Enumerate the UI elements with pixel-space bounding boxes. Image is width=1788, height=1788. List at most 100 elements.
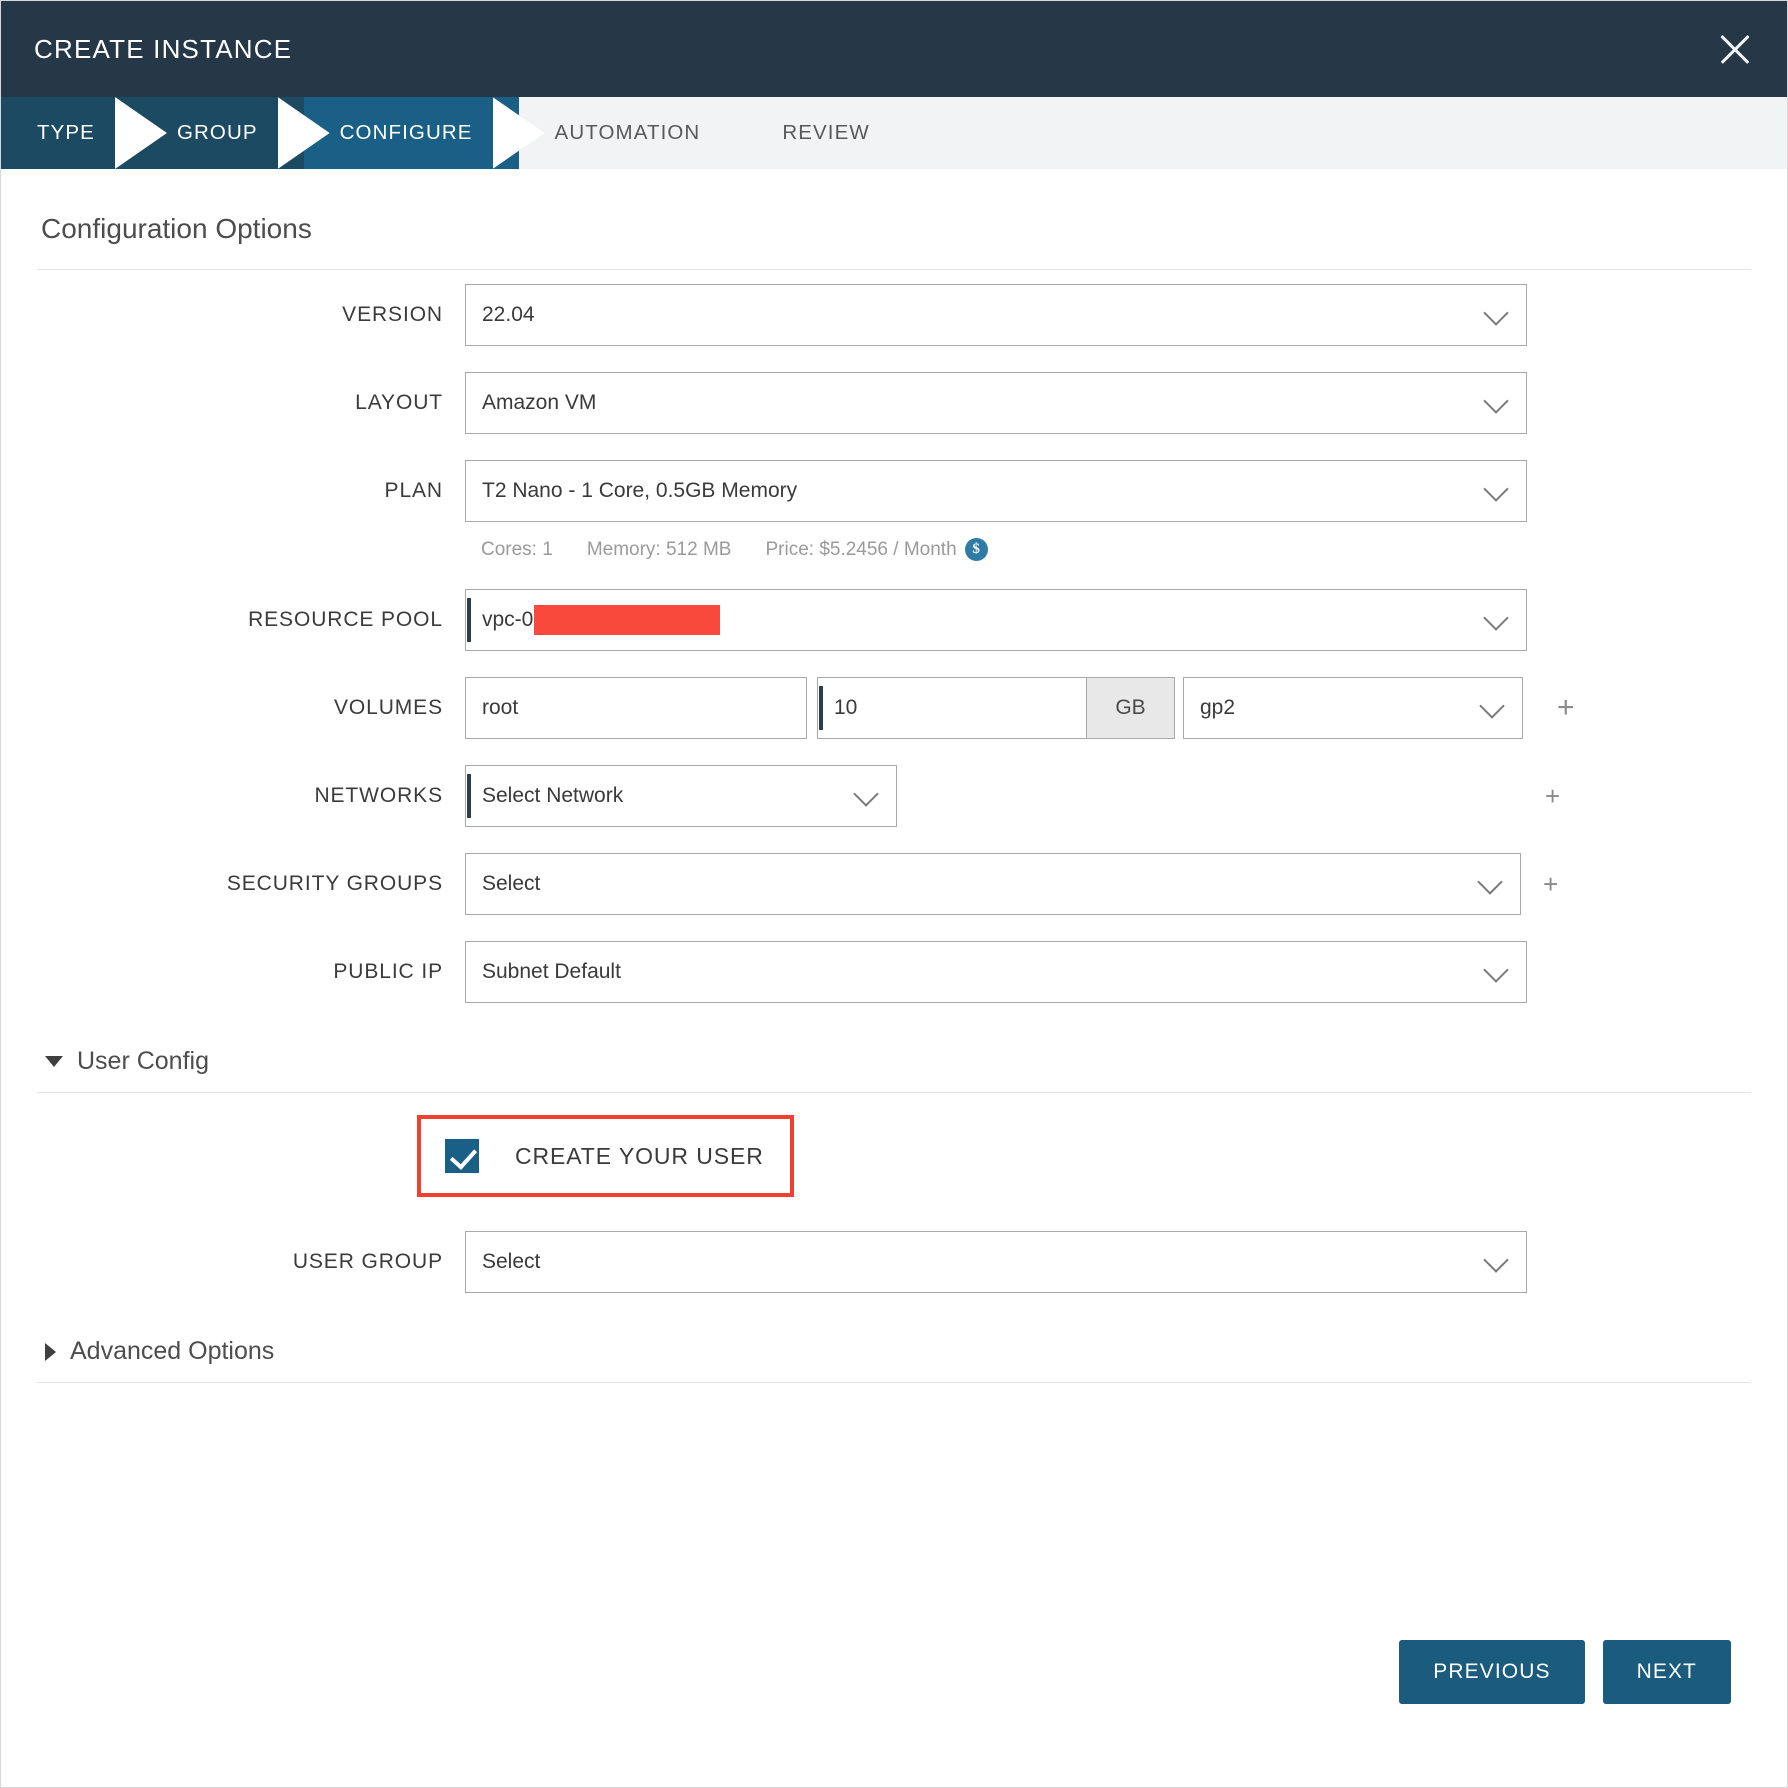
triangle-down-icon	[45, 1056, 63, 1067]
security-groups-control: Select +	[465, 853, 1751, 915]
step-configure-label: CONFIGURE	[340, 121, 473, 145]
layout-select[interactable]: Amazon VM	[465, 372, 1527, 434]
focus-indicator	[819, 686, 823, 730]
field-row-public-ip: PUBLIC IP Subnet Default	[37, 941, 1751, 1003]
resource-pool-value: vpc-0	[482, 608, 533, 632]
public-ip-control: Subnet Default	[465, 941, 1751, 1003]
dialog-content: Configuration Options VERSION 22.04 LAYO…	[1, 169, 1787, 1383]
user-group-select[interactable]: Select	[465, 1231, 1527, 1293]
field-row-user-group: USER GROUP Select	[37, 1231, 1751, 1293]
public-ip-select[interactable]: Subnet Default	[465, 941, 1527, 1003]
layout-control: Amazon VM	[465, 372, 1751, 434]
triangle-right-icon	[45, 1343, 56, 1361]
resource-pool-label: RESOURCE POOL	[37, 589, 465, 651]
user-group-label: USER GROUP	[37, 1231, 465, 1293]
chevron-down-icon	[1486, 302, 1508, 324]
field-row-layout: LAYOUT Amazon VM	[37, 372, 1751, 434]
redaction-block	[534, 605, 720, 635]
resource-pool-control: vpc-0	[465, 589, 1751, 651]
chevron-down-icon	[1486, 390, 1508, 412]
layout-label: LAYOUT	[37, 372, 465, 434]
volume-name-value: root	[482, 696, 518, 720]
network-select[interactable]: Select Network	[465, 765, 897, 827]
field-row-volumes: VOLUMES root 10 GB gp2 +	[37, 677, 1751, 739]
user-config-title: User Config	[77, 1047, 209, 1076]
configuration-form: VERSION 22.04 LAYOUT Amazon VM	[37, 270, 1751, 1383]
security-groups-label: SECURITY GROUPS	[37, 853, 465, 915]
networks-control: Select Network +	[465, 765, 1751, 827]
focus-indicator	[467, 598, 471, 642]
public-ip-label: PUBLIC IP	[37, 941, 465, 1003]
layout-value: Amazon VM	[482, 391, 596, 415]
volume-type-value: gp2	[1200, 696, 1235, 720]
advanced-options-header[interactable]: Advanced Options	[37, 1319, 1751, 1382]
focus-indicator	[467, 774, 471, 818]
wizard-steps: TYPE GROUP CONFIGURE AUTOMATION REVIEW	[1, 97, 1787, 169]
plan-meta: Cores: 1 Memory: 512 MB Price: $5.2456 /…	[465, 522, 1751, 561]
version-control: 22.04	[465, 284, 1751, 346]
resource-pool-select[interactable]: vpc-0	[465, 589, 1527, 651]
version-label: VERSION	[37, 284, 465, 346]
volume-name-input[interactable]: root	[465, 677, 807, 739]
step-automation-label: AUTOMATION	[555, 121, 701, 145]
network-value: Select Network	[482, 784, 623, 808]
chevron-down-icon	[1480, 871, 1502, 893]
dialog-titlebar: CREATE INSTANCE	[1, 1, 1787, 97]
volume-size-input[interactable]: 10	[817, 677, 1087, 739]
plan-value: T2 Nano - 1 Core, 0.5GB Memory	[482, 479, 797, 503]
volume-size-value: 10	[834, 696, 857, 720]
field-row-plan: PLAN T2 Nano - 1 Core, 0.5GB Memory Core…	[37, 460, 1751, 561]
page-title: Configuration Options	[37, 169, 1751, 269]
create-user-checkbox[interactable]	[445, 1139, 479, 1173]
user-group-control: Select	[465, 1231, 1751, 1293]
user-config-divider	[37, 1092, 1751, 1093]
field-row-security-groups: SECURITY GROUPS Select +	[37, 853, 1751, 915]
create-user-row[interactable]: CREATE YOUR USER	[445, 1139, 764, 1173]
volume-type-select[interactable]: gp2	[1183, 677, 1523, 739]
volumes-control: root 10 GB gp2 +	[465, 677, 1751, 739]
volumes-label: VOLUMES	[37, 677, 465, 739]
volume-unit: GB	[1087, 677, 1175, 739]
networks-label: NETWORKS	[37, 765, 465, 827]
plan-price-wrap: Price: $5.2456 / Month $	[765, 538, 987, 561]
dialog-title: CREATE INSTANCE	[34, 34, 292, 65]
close-icon[interactable]	[1713, 27, 1757, 71]
chevron-down-icon	[1486, 607, 1508, 629]
security-groups-select[interactable]: Select	[465, 853, 1521, 915]
dialog-footer: PREVIOUS NEXT	[1, 1557, 1787, 1787]
dollar-icon[interactable]: $	[965, 538, 988, 561]
step-review[interactable]: REVIEW	[746, 97, 915, 169]
add-security-group-button[interactable]: +	[1543, 853, 1558, 915]
step-type-label: TYPE	[37, 121, 95, 145]
create-user-highlight: CREATE YOUR USER	[417, 1115, 794, 1197]
plan-memory: Memory: 512 MB	[587, 539, 732, 561]
chevron-down-icon	[1482, 695, 1504, 717]
field-row-networks: NETWORKS Select Network +	[37, 765, 1751, 827]
create-user-label: CREATE YOUR USER	[515, 1143, 764, 1170]
plan-price: Price: $5.2456 / Month	[765, 539, 956, 561]
chevron-down-icon	[856, 783, 878, 805]
next-button[interactable]: NEXT	[1603, 1640, 1731, 1704]
previous-button[interactable]: PREVIOUS	[1399, 1640, 1584, 1704]
plan-select[interactable]: T2 Nano - 1 Core, 0.5GB Memory	[465, 460, 1527, 522]
public-ip-value: Subnet Default	[482, 960, 621, 984]
version-value: 22.04	[482, 303, 535, 327]
plan-cores: Cores: 1	[481, 539, 553, 561]
step-review-label: REVIEW	[782, 121, 869, 145]
step-type[interactable]: TYPE	[1, 97, 141, 169]
user-group-value: Select	[482, 1250, 540, 1274]
version-select[interactable]: 22.04	[465, 284, 1527, 346]
step-automation[interactable]: AUTOMATION	[519, 97, 747, 169]
add-volume-button[interactable]: +	[1557, 677, 1575, 739]
chevron-down-icon	[1486, 478, 1508, 500]
plan-label: PLAN	[37, 460, 465, 522]
create-instance-dialog: CREATE INSTANCE TYPE GROUP CONFIGURE AUT…	[0, 0, 1788, 1788]
field-row-resource-pool: RESOURCE POOL vpc-0	[37, 589, 1751, 651]
add-network-button[interactable]: +	[1545, 765, 1560, 827]
chevron-down-icon	[1486, 959, 1508, 981]
advanced-options-divider	[37, 1382, 1751, 1383]
step-configure[interactable]: CONFIGURE	[304, 97, 519, 169]
user-config-header[interactable]: User Config	[37, 1029, 1751, 1092]
step-group-label: GROUP	[177, 121, 258, 145]
security-groups-value: Select	[482, 872, 540, 896]
